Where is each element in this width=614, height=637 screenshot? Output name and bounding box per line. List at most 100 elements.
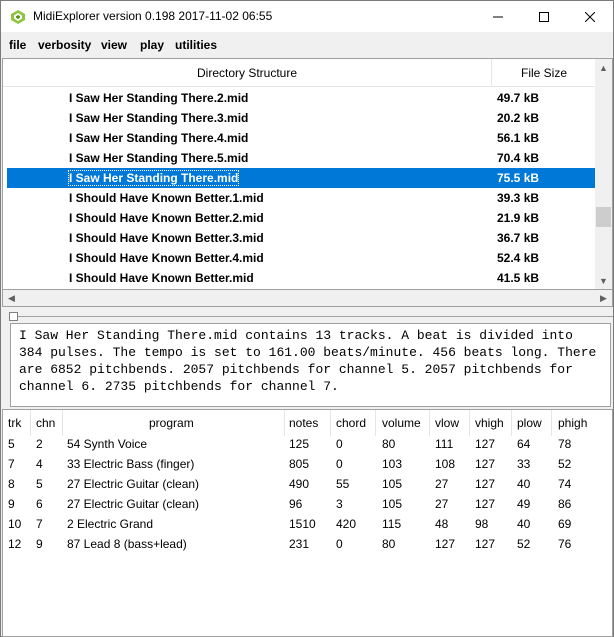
- track-row[interactable]: 9 6 27 Electric Guitar (clean) 96 3 105 27 127 4…: [3, 494, 612, 514]
- column-header-trk[interactable]: trk: [8, 416, 21, 430]
- file-size: 56.1 kB: [497, 131, 540, 145]
- menu-play[interactable]: play: [140, 38, 164, 52]
- cell-chn: 7: [36, 517, 43, 531]
- tree-vertical-scrollbar[interactable]: ▲ ▼: [595, 59, 612, 289]
- column-divider[interactable]: [511, 410, 512, 436]
- pane-splitter[interactable]: [1, 308, 613, 322]
- scroll-down-icon[interactable]: ▼: [595, 272, 612, 289]
- cell-plow: 64: [517, 437, 531, 451]
- app-logo-icon: [11, 10, 25, 24]
- track-row[interactable]: 5 2 54 Synth Voice 125 0 80 111 127 64 78: [3, 434, 612, 454]
- track-table[interactable]: trk chn program notes chord volume vlow vhigh pl…: [2, 409, 613, 637]
- tree-row[interactable]: I Should Have Known Better.2.mid 21.9 kB: [7, 208, 596, 228]
- column-header-phigh[interactable]: phigh: [558, 416, 587, 430]
- track-row[interactable]: 12 9 87 Lead 8 (bass+lead) 231 0 80 127 127 52 76: [3, 534, 612, 554]
- menu-utilities[interactable]: utilities: [175, 38, 217, 52]
- cell-trk: 5: [8, 437, 15, 451]
- menu-file[interactable]: file: [9, 38, 26, 52]
- cell-chn: 2: [36, 437, 43, 451]
- cell-phigh: 74: [558, 477, 572, 491]
- column-header-plow[interactable]: plow: [517, 416, 542, 430]
- cell-vhigh: 127: [475, 457, 496, 471]
- cell-program: 2 Electric Grand: [67, 517, 154, 531]
- cell-notes: 490: [289, 477, 310, 491]
- cell-chord: 0: [336, 457, 343, 471]
- cell-trk: 12: [8, 537, 22, 551]
- column-header-vhigh[interactable]: vhigh: [475, 416, 504, 430]
- splitter-line: [18, 316, 613, 317]
- column-divider[interactable]: [284, 410, 285, 436]
- column-header-chn[interactable]: chn: [36, 416, 55, 430]
- minimize-button[interactable]: [475, 1, 521, 32]
- column-divider[interactable]: [62, 410, 63, 436]
- tree-row[interactable]: I Should Have Known Better.3.mid 36.7 kB: [7, 228, 596, 248]
- file-size: 70.4 kB: [497, 151, 540, 165]
- cell-trk: 10: [8, 517, 22, 531]
- tree-row[interactable]: I Should Have Known Better.mid 41.5 kB: [7, 268, 596, 288]
- cell-program: 27 Electric Guitar (clean): [67, 477, 200, 491]
- title-bar[interactable]: MidiExplorer version 0.198 2017-11-02 06…: [1, 1, 613, 32]
- close-button[interactable]: [567, 1, 613, 32]
- column-header-vlow[interactable]: vlow: [435, 416, 459, 430]
- cell-plow: 40: [517, 517, 531, 531]
- tree-row[interactable]: I Should Have Known Better.4.mid 52.4 kB: [7, 248, 596, 268]
- scroll-up-icon[interactable]: ▲: [595, 59, 612, 76]
- file-name: I Should Have Known Better.1.mid: [69, 191, 264, 205]
- column-header-file-size[interactable]: File Size: [492, 59, 596, 87]
- cell-vhigh: 127: [475, 537, 496, 551]
- tree-row[interactable]: I Saw Her Standing There.2.mid 49.7 kB: [7, 88, 596, 108]
- file-size: 49.7 kB: [497, 91, 540, 105]
- scroll-left-icon[interactable]: ◀: [3, 290, 20, 307]
- maximize-button[interactable]: [521, 1, 567, 32]
- column-divider[interactable]: [551, 410, 552, 436]
- cell-notes: 1510: [289, 517, 316, 531]
- cell-vhigh: 127: [475, 437, 496, 451]
- file-name: I Saw Her Standing There.5.mid: [69, 151, 249, 165]
- cell-notes: 96: [289, 497, 303, 511]
- file-info-text[interactable]: I Saw Her Standing There.mid contains 13…: [10, 323, 611, 407]
- column-header-directory[interactable]: Directory Structure: [3, 59, 492, 87]
- track-row[interactable]: 10 7 2 Electric Grand 1510 420 115 48 98 40 69: [3, 514, 612, 534]
- menu-bar: file verbosity view play utilities: [1, 33, 613, 57]
- column-header-chord[interactable]: chord: [336, 416, 366, 430]
- tree-row[interactable]: I Should Have Known Better.1.mid 39.3 kB: [7, 188, 596, 208]
- tree-row[interactable]: I Saw Her Standing There.5.mid 70.4 kB: [7, 148, 596, 168]
- track-row[interactable]: 8 5 27 Electric Guitar (clean) 490 55 105 27 12…: [3, 474, 612, 494]
- column-header-notes[interactable]: notes: [289, 416, 318, 430]
- cell-vlow: 48: [435, 517, 449, 531]
- column-divider[interactable]: [30, 410, 31, 436]
- cell-volume: 80: [382, 437, 396, 451]
- directory-tree[interactable]: Directory Structure File Size I Saw Her …: [2, 58, 613, 290]
- column-divider[interactable]: [429, 410, 430, 436]
- app-window: MidiExplorer version 0.198 2017-11-02 06…: [0, 0, 614, 637]
- menu-verbosity[interactable]: verbosity: [38, 38, 91, 52]
- close-icon: [585, 11, 595, 22]
- window-title: MidiExplorer version 0.198 2017-11-02 06…: [33, 9, 273, 23]
- cell-trk: 9: [8, 497, 15, 511]
- cell-program: 87 Lead 8 (bass+lead): [67, 537, 187, 551]
- tree-horizontal-scrollbar[interactable]: ◀ ▶: [2, 290, 613, 307]
- file-size: 20.2 kB: [497, 111, 540, 125]
- cell-notes: 805: [289, 457, 310, 471]
- cell-vhigh: 127: [475, 477, 496, 491]
- menu-view[interactable]: view: [101, 38, 127, 52]
- column-header-volume[interactable]: volume: [382, 416, 421, 430]
- cell-program: 33 Electric Bass (finger): [67, 457, 195, 471]
- file-size: 41.5 kB: [497, 271, 540, 285]
- column-divider[interactable]: [330, 410, 331, 436]
- tree-row[interactable]: I Saw Her Standing There.3.mid 20.2 kB: [7, 108, 596, 128]
- splitter-handle-icon[interactable]: [9, 312, 18, 321]
- column-divider[interactable]: [469, 410, 470, 436]
- column-divider[interactable]: [375, 410, 376, 436]
- scrollbar-thumb[interactable]: [596, 207, 611, 227]
- column-header-program[interactable]: program: [149, 416, 194, 430]
- cell-chord: 420: [336, 517, 357, 531]
- tree-row[interactable]: I Saw Her Standing There.4.mid 56.1 kB: [7, 128, 596, 148]
- scroll-right-icon[interactable]: ▶: [595, 290, 612, 307]
- cell-chn: 5: [36, 477, 43, 491]
- file-name: I Saw Her Standing There.2.mid: [69, 91, 249, 105]
- tree-row[interactable]: I Saw Her Standing There.mid 75.5 kB: [7, 168, 596, 188]
- track-row[interactable]: 7 4 33 Electric Bass (finger) 805 0 103 108 127…: [3, 454, 612, 474]
- file-name: I Saw Her Standing There.4.mid: [69, 131, 249, 145]
- cell-vlow: 27: [435, 477, 449, 491]
